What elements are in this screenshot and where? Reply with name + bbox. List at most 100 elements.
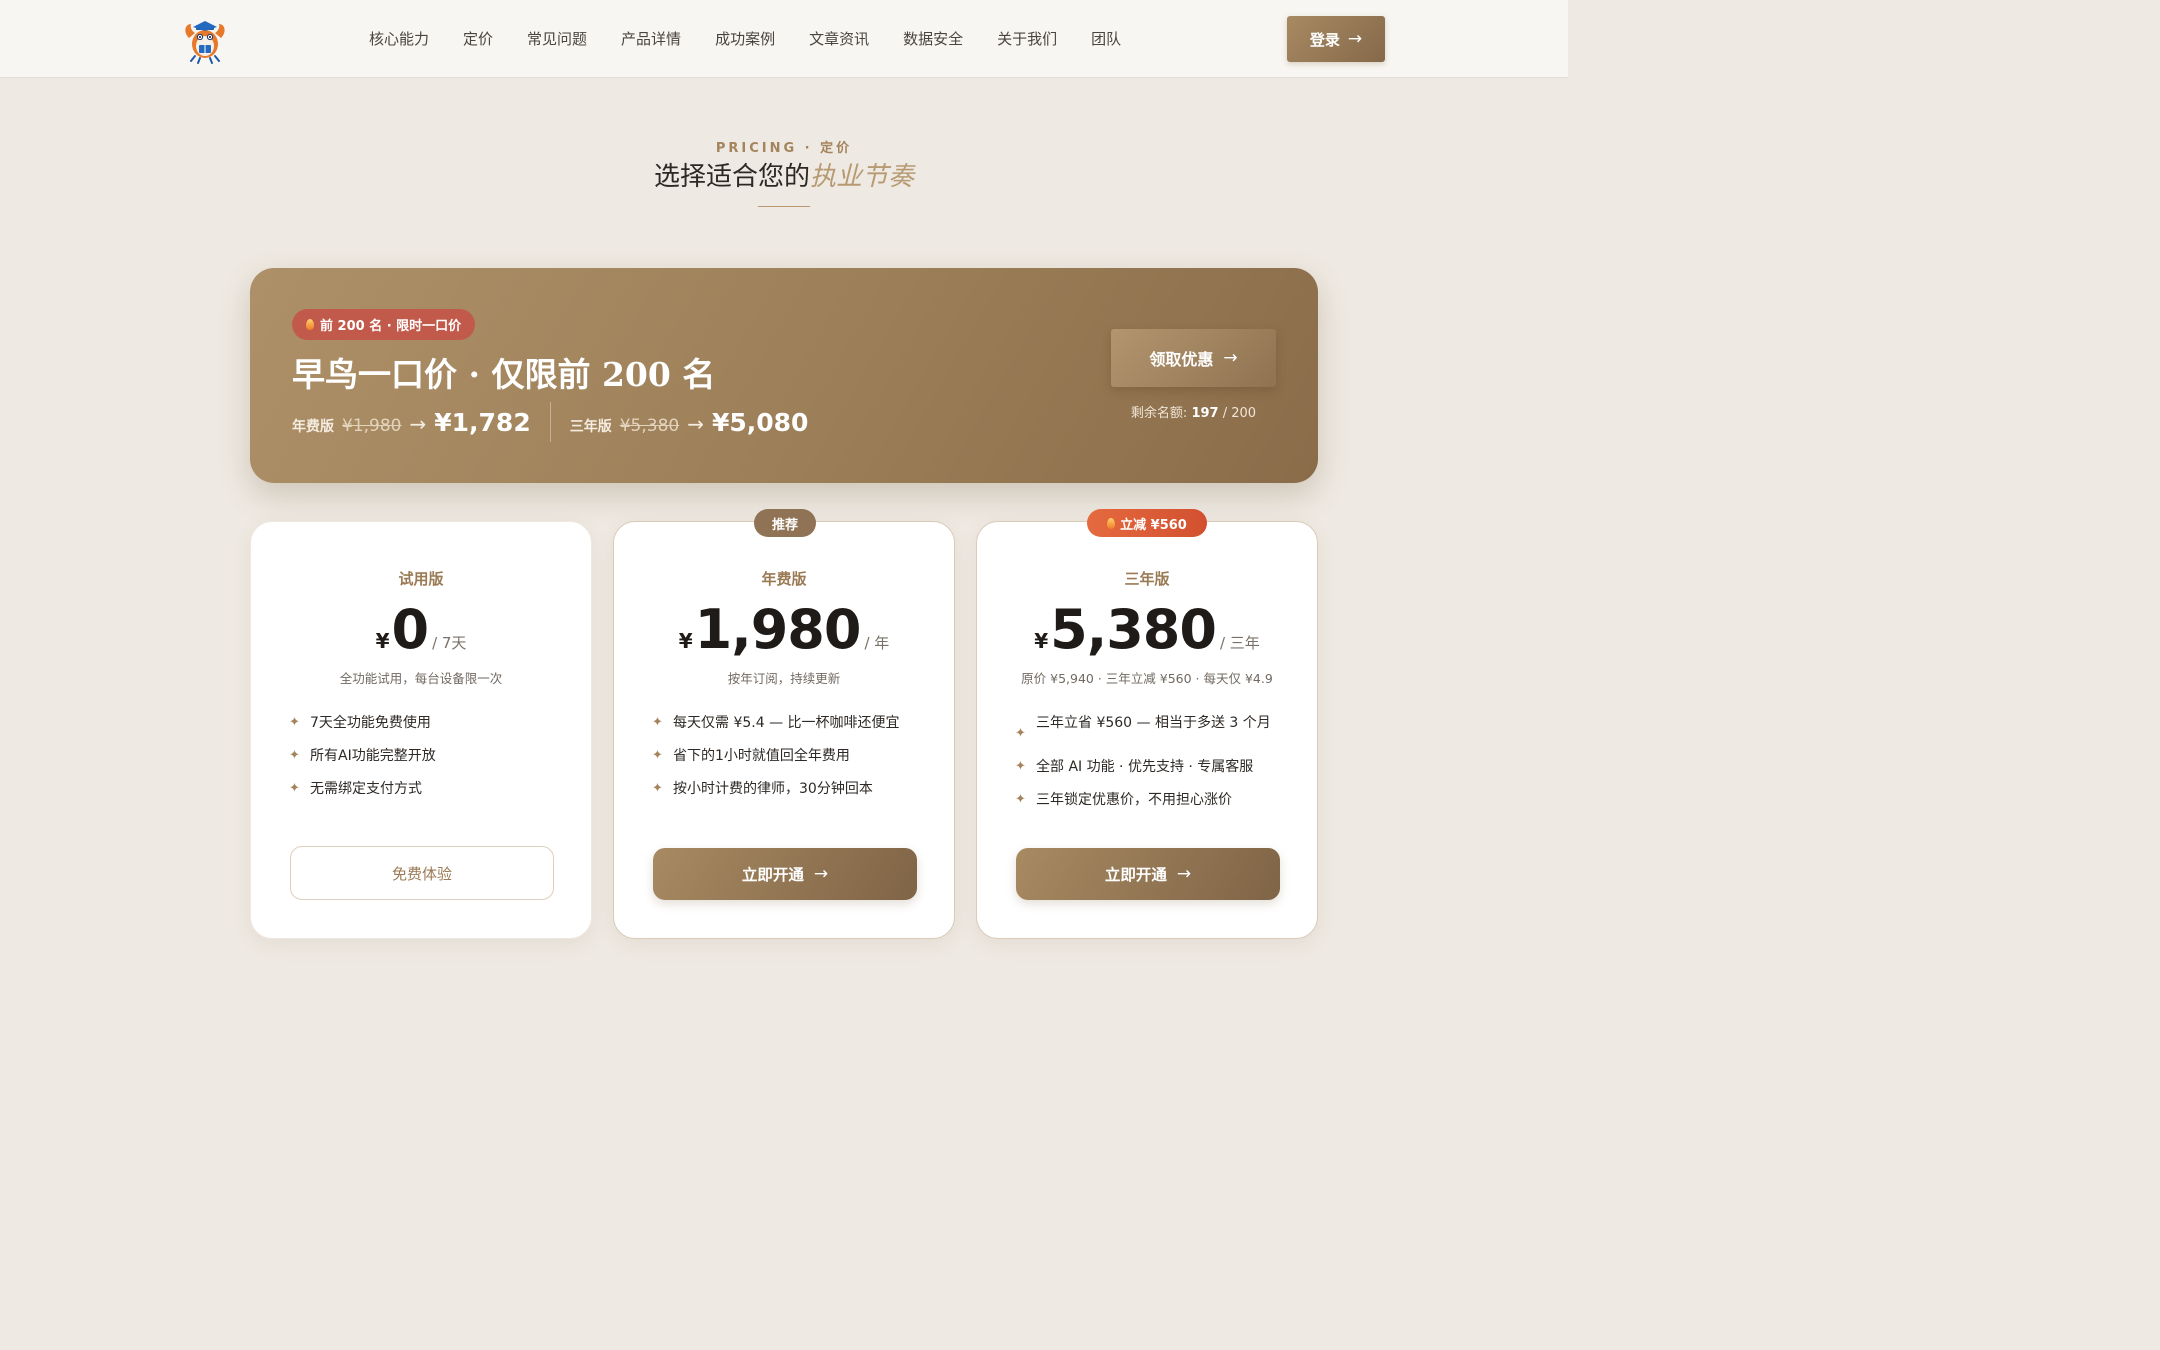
nav-item-faq[interactable]: 常见问题: [510, 0, 604, 78]
sparkle-icon: ✦: [652, 715, 663, 730]
arrow-right-icon: →: [813, 864, 829, 884]
nav-menu: 核心能力 定价 常见问题 产品详情 成功案例 文章资讯 数据安全 关于我们 团队: [352, 0, 1138, 78]
nav-item-about-us[interactable]: 关于我们: [980, 0, 1074, 78]
top-navigation: 核心能力 定价 常见问题 产品详情 成功案例 文章资讯 数据安全 关于我们 团队…: [0, 0, 1568, 78]
arrow-right-icon: →: [1223, 348, 1238, 368]
plan-name: 试用版: [398, 570, 444, 588]
list-item: ✦ 每天仅需 ¥5.4 — 比一杯咖啡还便宜: [652, 712, 927, 734]
nav-item-articles[interactable]: 文章资讯: [792, 0, 886, 78]
remaining-label: 剩余名额:: [1130, 406, 1188, 421]
arrow-right-icon: →: [409, 411, 427, 436]
currency-symbol: ¥: [1034, 629, 1049, 653]
plan-card-trial: 试用版 ¥ 0 / 7天 全功能试用，每台设备限一次 ✦ 7天全功能免费使用 ✦ 所…: [250, 521, 592, 939]
promo-price-three-year: 三年版 ¥5,380 → ¥5,080: [570, 408, 809, 437]
sparkle-icon: ✦: [1015, 726, 1026, 741]
price-amount: 1,980: [694, 598, 862, 661]
list-item: ✦ 全部 AI 功能 · 优先支持 · 专属客服: [1015, 756, 1290, 778]
login-button-label: 登录: [1309, 30, 1340, 49]
promo-price-annual: 年费版 ¥1,980 → ¥1,782: [292, 408, 531, 437]
promo-three-year-label: 三年版: [569, 418, 612, 435]
remaining-total: / 200: [1222, 406, 1257, 421]
flame-icon: [306, 319, 314, 330]
remaining-slots: 剩余名额: 197 / 200: [1111, 402, 1276, 421]
plan-name: 年费版: [761, 570, 807, 588]
subscribe-label: 立即开通: [741, 866, 804, 884]
list-item: ✦ 按小时计费的律师，30分钟回本: [652, 778, 927, 800]
plan-card-three-year: 立减 ¥560 三年版 ¥ 5,380 / 三年 原价 ¥5,940 · 三年立…: [976, 509, 1318, 939]
plan-card-annual: 推荐 年费版 ¥ 1,980 / 年 按年订阅，持续更新 ✦ 每天仅需 ¥5.4 …: [613, 509, 955, 939]
subscribe-three-year-button[interactable]: 立即开通 →: [1016, 848, 1280, 900]
sparkle-icon: ✦: [652, 748, 663, 763]
list-item: ✦ 三年锁定优惠价，不用担心涨价: [1015, 789, 1290, 811]
nav-item-data-security[interactable]: 数据安全: [886, 0, 980, 78]
currency-symbol: ¥: [375, 629, 390, 653]
list-item: ✦ 所有AI功能完整开放: [289, 745, 564, 767]
currency-symbol: ¥: [678, 629, 693, 653]
section-title-main: 选择适合您的: [653, 162, 810, 192]
promo-prices: 年费版 ¥1,980 → ¥1,782 三年版 ¥5,380 → ¥5,080: [292, 402, 808, 442]
discount-badge-label: 立减 ¥560: [1120, 517, 1187, 533]
sparkle-icon: ✦: [289, 781, 300, 796]
free-trial-button[interactable]: 免费体验: [290, 846, 554, 900]
claim-offer-label: 领取优惠: [1149, 350, 1214, 369]
list-item: ✦ 7天全功能免费使用: [289, 712, 564, 734]
promo-badge-label: 前 200 名 · 限时一口价: [320, 319, 462, 334]
promo-annual-label: 年费版: [292, 418, 334, 435]
flame-icon: [1107, 517, 1116, 529]
discount-badge: 立减 ¥560: [1087, 509, 1207, 537]
recommended-badge: 推荐: [754, 509, 816, 537]
lobster-mascot-icon[interactable]: [181, 16, 229, 64]
section-eyebrow: PRICING · 定价: [715, 141, 853, 156]
plan-price: ¥ 0 / 7天: [251, 600, 591, 660]
price-amount: 0: [391, 598, 429, 661]
nav-item-success-cases[interactable]: 成功案例: [698, 0, 792, 78]
price-amount: 5,380: [1050, 598, 1217, 661]
promo-badge: 前 200 名 · 限时一口价: [292, 309, 476, 340]
sparkle-icon: ✦: [1015, 759, 1026, 774]
feature-list: ✦ 每天仅需 ¥5.4 — 比一杯咖啡还便宜 ✦ 省下的1小时就值回全年费用 ✦ 按小…: [652, 712, 927, 811]
plan-name: 三年版: [1124, 570, 1170, 588]
feature-text: 全部 AI 功能 · 优先支持 · 专属客服: [1036, 759, 1254, 775]
sparkle-icon: ✦: [289, 748, 300, 763]
nav-item-team[interactable]: 团队: [1074, 0, 1138, 78]
list-item: ✦ 无需绑定支付方式: [289, 778, 564, 800]
sparkle-icon: ✦: [652, 781, 663, 796]
arrow-right-icon: →: [1176, 864, 1192, 884]
arrow-right-icon: →: [687, 411, 704, 436]
promo-price-divider: [549, 402, 551, 442]
plan-description: 全功能试用，每台设备限一次: [339, 671, 503, 686]
sparkle-icon: ✦: [289, 715, 300, 730]
promo-annual-new-price: ¥1,782: [434, 407, 531, 437]
feature-list: ✦ 7天全功能免费使用 ✦ 所有AI功能完整开放 ✦ 无需绑定支付方式: [289, 712, 564, 811]
price-unit: / 三年: [1219, 634, 1260, 652]
promo-three-year-old-price: ¥5,380: [619, 415, 680, 436]
list-item: ✦ 三年立省 ¥560 — 相当于多送 3 个月: [1015, 712, 1290, 745]
feature-text: 所有AI功能完整开放: [310, 748, 436, 764]
price-unit: / 年: [864, 634, 890, 652]
arrow-right-icon: →: [1347, 29, 1363, 49]
promo-three-year-new-price: ¥5,080: [711, 407, 809, 437]
nav-item-product-details[interactable]: 产品详情: [604, 0, 698, 78]
feature-text: 省下的1小时就值回全年费用: [673, 748, 850, 764]
early-bird-promo-banner: 前 200 名 · 限时一口价 早鸟一口价 · 仅限前 200 名 年费版 ¥1…: [250, 268, 1318, 483]
plan-description: 原价 ¥5,940 · 三年立减 ¥560 · 每天仅 ¥4.9: [1021, 671, 1273, 686]
price-unit: / 7天: [432, 634, 467, 652]
feature-text: 三年立省 ¥560 — 相当于多送 3 个月: [1036, 715, 1271, 731]
feature-text: 按小时计费的律师，30分钟回本: [673, 781, 873, 797]
remaining-count: 197: [1191, 406, 1219, 421]
plan-price: ¥ 1,980 / 年: [614, 600, 954, 660]
subscribe-annual-button[interactable]: 立即开通 →: [653, 848, 917, 900]
login-button[interactable]: 登录 →: [1287, 16, 1385, 62]
feature-text: 无需绑定支付方式: [310, 781, 422, 797]
nav-item-pricing[interactable]: 定价: [446, 0, 510, 78]
feature-text: 7天全功能免费使用: [310, 715, 431, 731]
sparkle-icon: ✦: [1015, 792, 1026, 807]
claim-offer-button[interactable]: 领取优惠 →: [1111, 329, 1276, 387]
plan-price: ¥ 5,380 / 三年: [977, 600, 1317, 660]
feature-text: 每天仅需 ¥5.4 — 比一杯咖啡还便宜: [673, 715, 900, 731]
list-item: ✦ 省下的1小时就值回全年费用: [652, 745, 927, 767]
promo-title: 早鸟一口价 · 仅限前 200 名: [292, 355, 716, 394]
section-title-accent: 执业节奏: [810, 162, 915, 192]
promo-annual-old-price: ¥1,980: [342, 415, 402, 436]
nav-item-core-capabilities[interactable]: 核心能力: [352, 0, 446, 78]
